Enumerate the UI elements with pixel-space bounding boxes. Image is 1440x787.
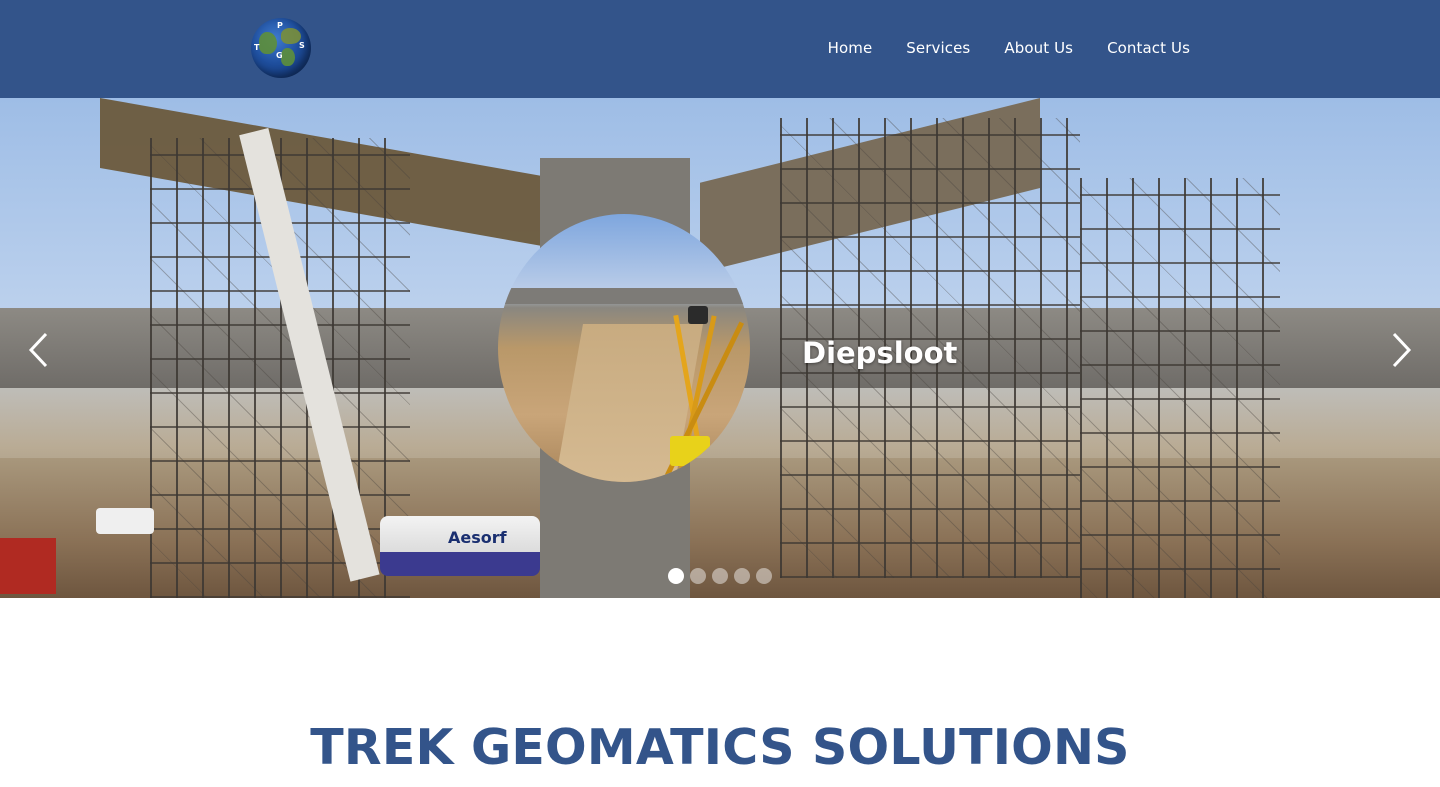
slide-indicators: [668, 568, 772, 584]
survey-instrument: [688, 306, 708, 324]
slide-dot-2[interactable]: [690, 568, 706, 584]
truck-brand: Aesorf: [448, 528, 507, 547]
white-van: [96, 508, 154, 534]
overpass: [498, 288, 750, 304]
logo-letter-s: S: [299, 41, 305, 50]
chevron-right-icon: [1392, 332, 1412, 368]
slide-image-circle: [498, 214, 750, 482]
logo-letter-p: P: [277, 21, 283, 30]
slide-dot-1[interactable]: [668, 568, 684, 584]
main-nav: Home Services About Us Contact Us: [828, 38, 1190, 58]
chevron-left-icon: [28, 332, 48, 368]
instrument-case: [670, 436, 710, 466]
nav-contact-us[interactable]: Contact Us: [1107, 38, 1190, 58]
site-header: T P S G Home Services About Us Contact U…: [0, 0, 1440, 98]
globe-logo[interactable]: T P S G: [251, 18, 311, 78]
logo-land: [259, 32, 277, 54]
slide-dot-4[interactable]: [734, 568, 750, 584]
prev-slide-button[interactable]: [20, 330, 60, 370]
logo-land: [281, 28, 301, 44]
slide-dot-5[interactable]: [756, 568, 772, 584]
scaffolding: [1080, 178, 1280, 598]
logo-letter-g: G: [276, 51, 283, 60]
logo-letter-t: T: [254, 43, 260, 52]
hero-slider: Aesorf Diepsloot: [0, 98, 1440, 598]
nav-about-us[interactable]: About Us: [1004, 38, 1073, 58]
page-title: TREK GEOMATICS SOLUTIONS: [310, 719, 1130, 776]
nav-home[interactable]: Home: [828, 38, 873, 58]
slide-dot-3[interactable]: [712, 568, 728, 584]
nav-services[interactable]: Services: [906, 38, 970, 58]
logo-land: [281, 48, 295, 66]
red-vehicle: [0, 538, 56, 594]
next-slide-button[interactable]: [1380, 330, 1420, 370]
slide-caption: Diepsloot: [802, 336, 958, 370]
